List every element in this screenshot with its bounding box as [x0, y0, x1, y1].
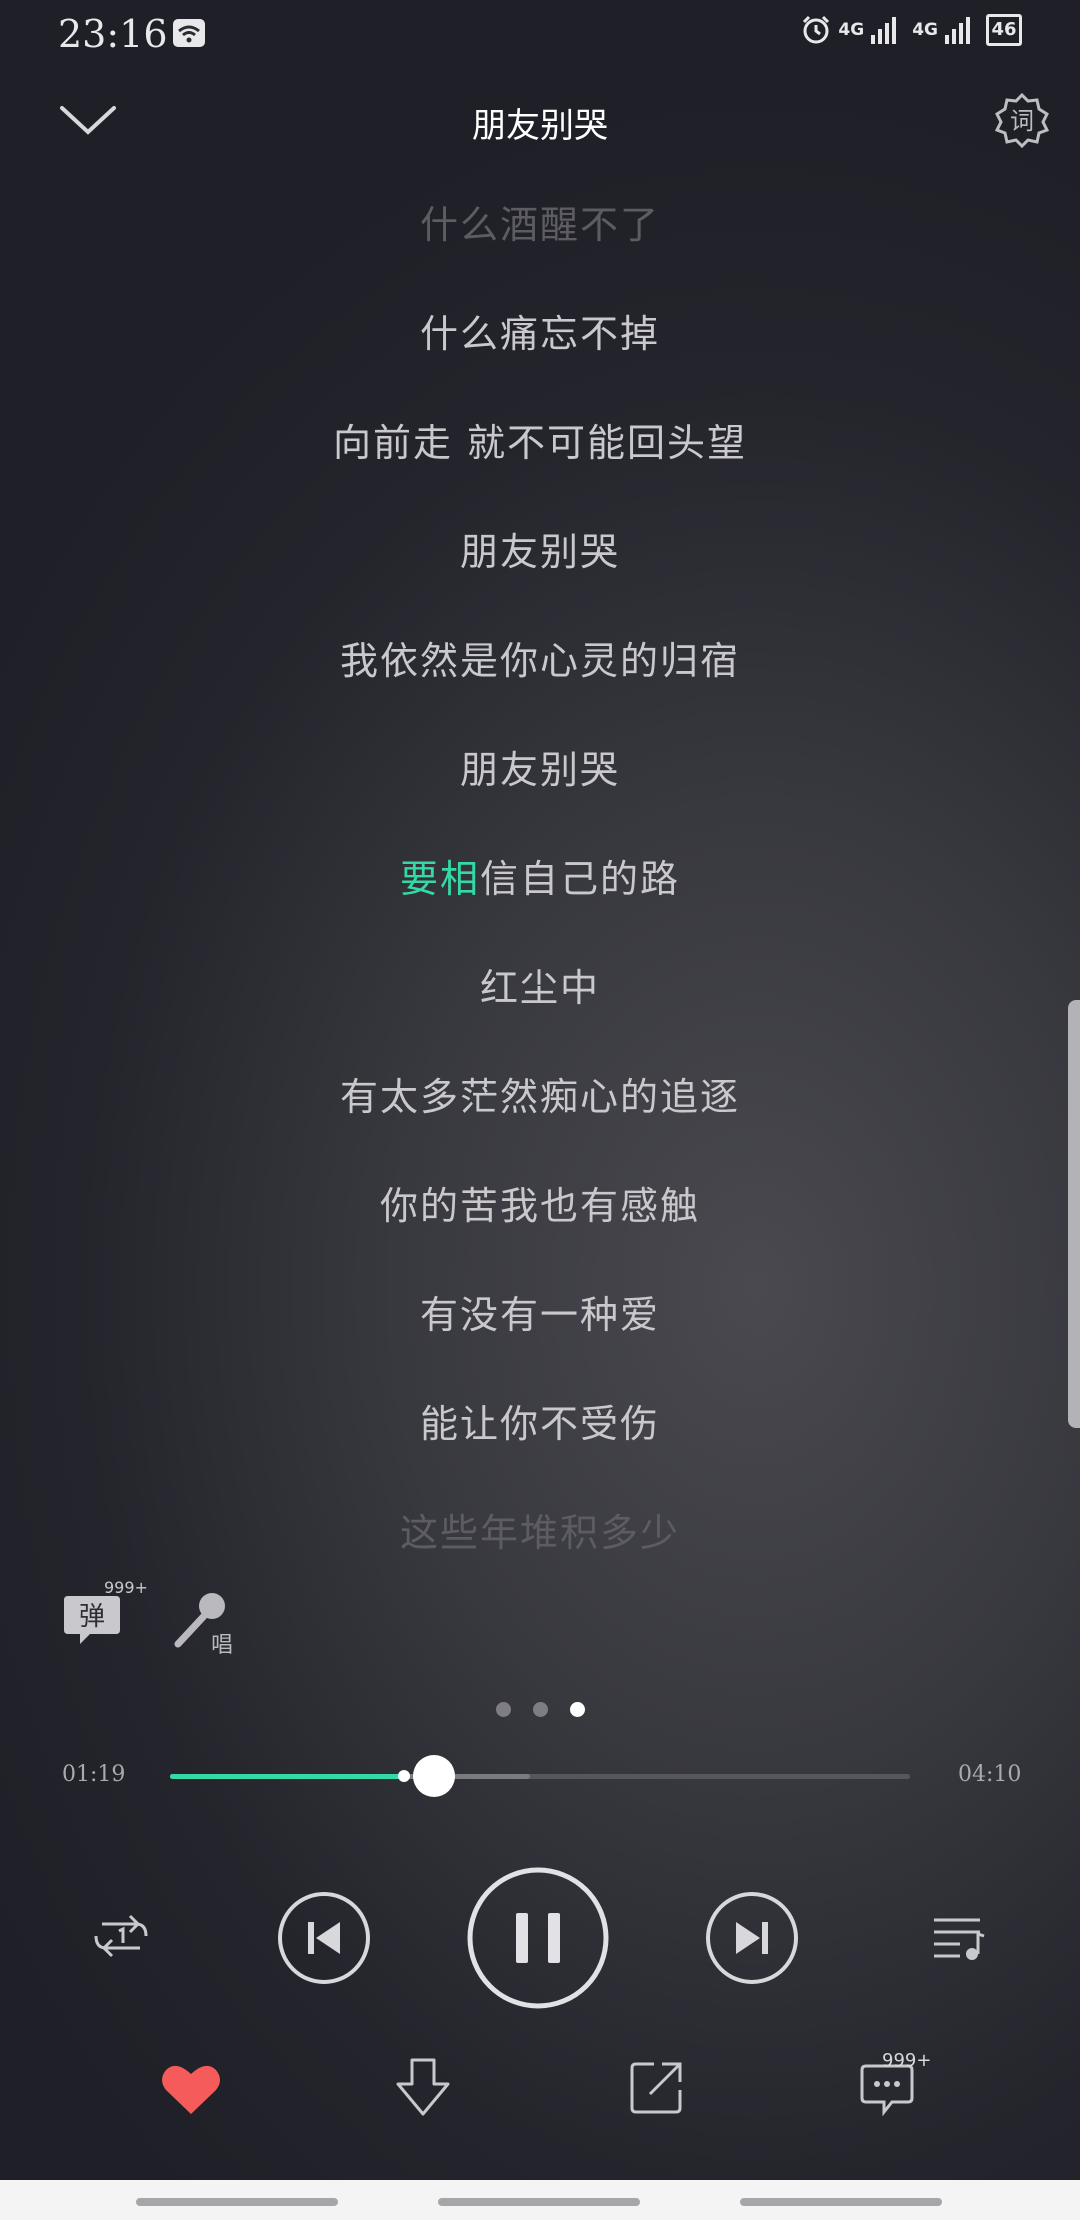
lyric-line: 什么痛忘不掉	[419, 312, 660, 356]
chevron-down-icon[interactable]	[58, 100, 118, 140]
page-dot[interactable]	[532, 1702, 548, 1717]
lyric-line: 朋友别哭	[459, 530, 620, 574]
playlist-icon[interactable]	[930, 1910, 988, 1964]
lyric-line-current: 要相信自己的路	[0, 848, 1080, 903]
total-time: 04:10	[958, 1762, 1022, 1787]
microphone-icon: 唱	[174, 1593, 233, 1658]
danmaku-count-badge: 999+	[104, 1578, 148, 1597]
lyric-line: 红尘中	[479, 966, 600, 1010]
lyric-line: 你的苦我也有感触	[379, 1184, 700, 1228]
lyric-settings-label: 词	[1010, 107, 1034, 135]
comment-count-badge: 999+	[882, 2050, 932, 2071]
progress-played	[170, 1774, 404, 1779]
repeat-one-icon[interactable]	[88, 1906, 154, 1966]
lyric-rest-part: 自己的路	[520, 857, 681, 901]
lyric-settings-button[interactable]: 词	[994, 92, 1050, 149]
sing-button[interactable]: 唱	[170, 1590, 236, 1658]
download-icon[interactable]	[394, 2056, 452, 2118]
side-drawer-handle[interactable]	[1068, 1000, 1080, 1428]
status-indicators: 4G 4G 46	[800, 14, 1022, 46]
danmaku-label: 弹	[79, 1602, 105, 1632]
lyric-line: 朋友别哭	[459, 748, 620, 792]
lyric-sung-part: 要相	[399, 857, 480, 901]
progress-thumb[interactable]	[412, 1755, 455, 1797]
nav-recents-pill[interactable]	[740, 2198, 942, 2206]
lyric-line: 这些年堆积多少	[399, 1511, 680, 1555]
next-track-icon[interactable]	[704, 1890, 800, 1986]
current-time: 01:19	[62, 1762, 126, 1787]
lyric-line: 向前走 就不可能回头望	[332, 421, 748, 465]
network-type-2: 4G	[912, 20, 938, 40]
share-icon[interactable]	[628, 2058, 686, 2116]
heart-icon[interactable]	[160, 2060, 222, 2116]
network-type-1: 4G	[838, 20, 865, 40]
lyric-line: 我依然是你心灵的归宿	[339, 639, 740, 683]
progress-slider[interactable]	[170, 1755, 910, 1797]
nav-home-pill[interactable]	[438, 2198, 640, 2206]
sing-label: 唱	[211, 1633, 233, 1656]
progress-marker	[397, 1770, 410, 1782]
battery-indicator: 46	[986, 14, 1022, 46]
system-nav-bar	[0, 2180, 1080, 2220]
page-dot-active[interactable]	[569, 1702, 585, 1717]
lyric-line: 有太多茫然痴心的追逐	[339, 1075, 740, 1119]
song-title: 朋友别哭	[472, 106, 608, 146]
previous-track-icon[interactable]	[276, 1890, 372, 1986]
lyric-line: 什么酒醒不了	[419, 203, 660, 247]
nav-back-pill[interactable]	[136, 2198, 338, 2206]
page-indicator	[0, 1702, 1080, 1717]
lyric-line: 能让你不受伤	[419, 1402, 660, 1446]
gear-icon: 词	[994, 92, 1050, 149]
status-time: 23:16	[58, 12, 168, 56]
page-dot[interactable]	[495, 1702, 511, 1717]
lyric-line: 有没有一种爱	[419, 1293, 660, 1337]
signal-icon-1	[871, 17, 897, 44]
wifi-icon	[173, 19, 205, 47]
alarm-icon	[803, 15, 830, 44]
pause-icon[interactable]	[466, 1866, 610, 2010]
danmaku-icon: 弹	[64, 1596, 120, 1644]
danmaku-button[interactable]: 弹	[62, 1592, 122, 1648]
lyric-pending-part: 信	[479, 857, 520, 901]
signal-icon-2	[945, 17, 970, 44]
status-bar: 23:16 4G 4G 46	[0, 0, 1080, 66]
